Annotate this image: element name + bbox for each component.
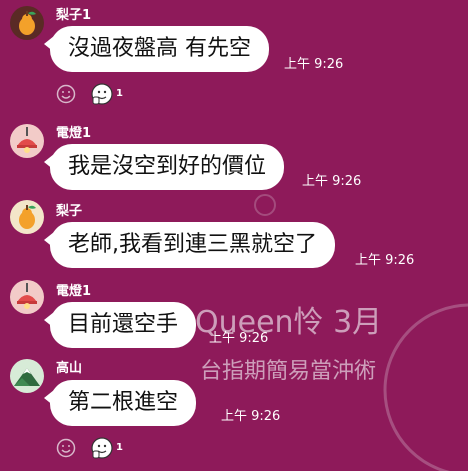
watermark-line2: 台指期簡易當沖術 [200,359,376,384]
message-time: 上午 9:26 [221,409,281,424]
sender-name: 梨子 [56,204,83,219]
pear-avatar-icon[interactable] [10,200,44,234]
add-reaction-icon[interactable] [56,438,76,458]
sender-name: 高山 [56,361,83,376]
message-bubble[interactable]: 我是沒空到好的價位 [43,144,285,190]
add-reaction-icon[interactable] [56,84,76,104]
sender-name: 梨子1 [56,8,92,23]
message-bubble[interactable]: 老師,我看到連三黑就空了 [44,222,335,268]
message-time: 上午 9:26 [284,57,344,72]
waving-face-icon[interactable] [90,82,114,106]
mountain-avatar-icon[interactable] [10,359,44,393]
waving-face-icon[interactable] [90,436,114,460]
message-time: 上午 9:26 [302,174,362,189]
message-time: 上午 9:26 [355,253,415,268]
message-bubble[interactable]: 目前還空手 [43,302,197,348]
reaction-count: 1 [116,442,123,453]
reaction-count: 1 [116,88,123,99]
message-bubble[interactable]: 第二根進空 [43,380,197,426]
lamp-avatar-icon[interactable] [10,124,44,158]
lamp-avatar-icon[interactable] [10,280,44,314]
message-time: 上午 9:26 [209,331,269,346]
message-bubble[interactable]: 沒過夜盤高 有先空 [44,26,269,72]
sender-name: 電燈1 [56,284,92,299]
sender-name: 電燈1 [56,126,92,141]
pear-avatar-icon[interactable] [10,6,44,40]
